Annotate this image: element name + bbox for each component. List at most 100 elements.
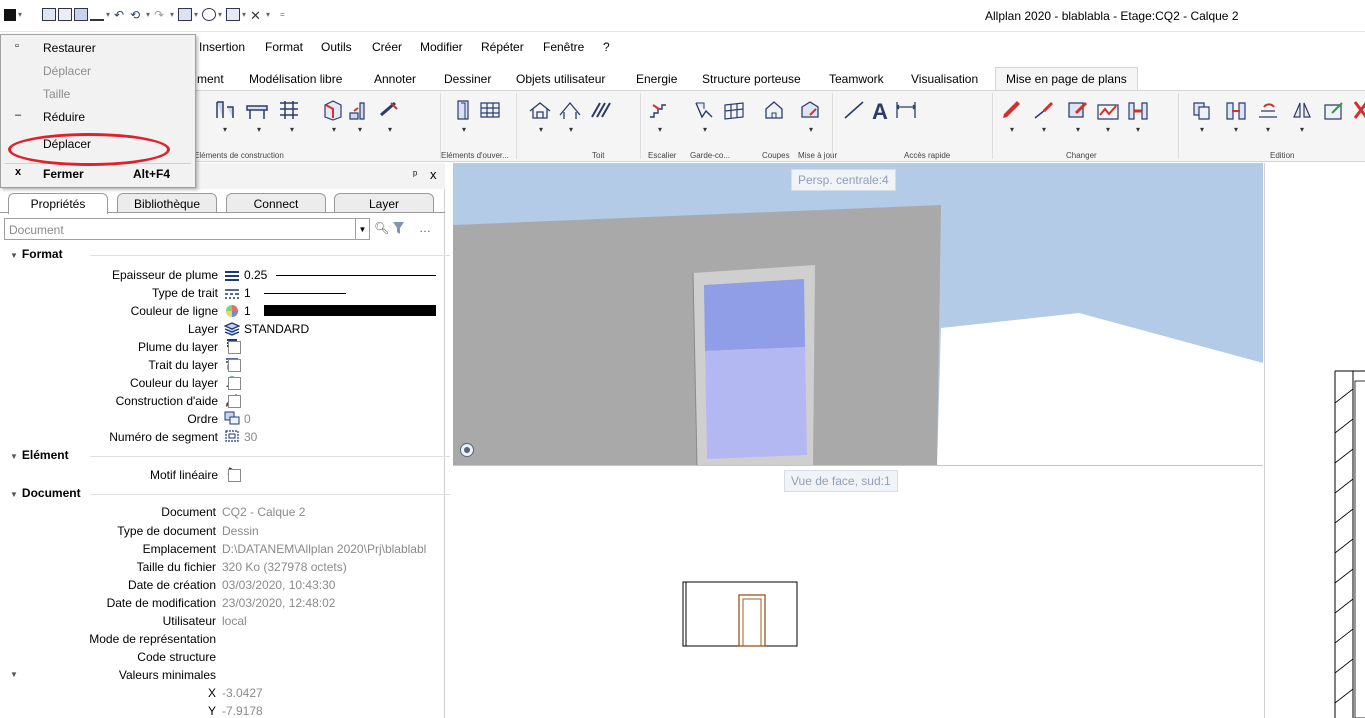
line-icon[interactable] (842, 99, 866, 121)
prop-value-segment[interactable]: 30 (244, 430, 257, 444)
tab-structure-porteuse[interactable]: Structure porteuse (702, 72, 801, 86)
copy-icon[interactable] (1190, 99, 1214, 121)
prop-value-epaisseur[interactable]: 0.25 (244, 268, 267, 282)
chevron-down-icon[interactable]: ▾ (388, 125, 392, 134)
menu-repeter[interactable]: Répéter (481, 40, 524, 54)
stairs-icon[interactable] (647, 99, 671, 121)
collapse-triangle-icon[interactable]: ▼ (10, 251, 18, 260)
layout-icon[interactable] (226, 8, 240, 21)
text-icon[interactable]: A (868, 99, 892, 121)
move-icon[interactable] (1224, 99, 1248, 121)
menu-modifier[interactable]: Modifier (420, 40, 463, 54)
pin-icon[interactable]: ᵖ (413, 169, 417, 181)
project-icon[interactable] (42, 8, 56, 21)
chevron-down-icon[interactable]: ▾ (809, 125, 813, 134)
motif-lineaire-checkbox[interactable] (228, 469, 241, 482)
filter-icon[interactable] (392, 221, 405, 235)
chevron-down-icon[interactable]: ▼ (355, 219, 369, 239)
grid-wall-icon[interactable] (277, 99, 301, 121)
chevron-down-icon[interactable]: ▾ (358, 125, 362, 134)
chevron-down-icon[interactable]: ▾ (539, 125, 543, 134)
chevron-down-icon[interactable]: ▾ (106, 10, 112, 19)
tab-dessiner[interactable]: Dessiner (444, 72, 491, 86)
redo-icon[interactable]: ↷ (154, 8, 168, 22)
section-house-icon[interactable] (762, 99, 786, 121)
chevron-down-icon[interactable]: ▾ (1042, 125, 1046, 134)
customize-qat-icon[interactable]: = (280, 10, 286, 19)
chevron-down-icon[interactable]: ▾ (1200, 125, 1204, 134)
viewport-front[interactable]: Vue de face, sud:1 (453, 467, 1263, 718)
viewport-section[interactable] (1264, 163, 1365, 718)
menu-creer[interactable]: Créer (372, 40, 402, 54)
navigation-cube-icon[interactable] (459, 442, 475, 458)
wall-colored-icon[interactable] (322, 99, 346, 121)
undo-list-icon[interactable]: ⟲ (130, 8, 144, 22)
tab-bibliotheque[interactable]: Bibliothèque (117, 193, 217, 213)
prop-value-couleur[interactable]: 1 (244, 304, 251, 318)
chevron-down-icon[interactable]: ▾ (18, 10, 24, 19)
modify-element-icon[interactable] (1126, 99, 1150, 121)
chevron-down-icon[interactable]: ▾ (1076, 125, 1080, 134)
tab-layer[interactable]: Layer (334, 193, 434, 213)
chevron-down-icon[interactable]: ▾ (170, 10, 176, 19)
section-element[interactable]: ▼ Elément (10, 448, 450, 462)
plume-du-layer-checkbox[interactable] (228, 341, 241, 354)
menu-fenetre[interactable]: Fenêtre (543, 40, 584, 54)
chevron-down-icon[interactable]: ▾ (257, 125, 261, 134)
chevron-down-icon[interactable]: ▾ (194, 10, 200, 19)
object-type-select[interactable]: Document ▼ (4, 218, 370, 240)
beam-icon[interactable] (245, 99, 269, 121)
chevron-down-icon[interactable]: ▾ (658, 125, 662, 134)
menu-outils[interactable]: Outils (321, 40, 352, 54)
menu-insertion[interactable]: Insertion (199, 40, 245, 54)
rafters-icon[interactable] (588, 99, 612, 121)
chevron-down-icon[interactable]: ▾ (242, 10, 248, 19)
search-icon[interactable]: 🔍︎ (374, 221, 389, 235)
column-icon[interactable] (213, 99, 237, 121)
tab-construction[interactable]: ment (197, 72, 224, 86)
tab-connect[interactable]: Connect (226, 193, 326, 213)
fileset-icon[interactable] (58, 8, 72, 21)
tab-visualisation[interactable]: Visualisation (911, 72, 978, 86)
menu-help[interactable]: ? (603, 40, 610, 54)
construction-aide-checkbox[interactable] (228, 395, 241, 408)
collapse-triangle-icon[interactable]: ▼ (10, 452, 18, 461)
chevron-down-icon[interactable]: ▾ (1010, 125, 1014, 134)
sysmenu-item-restaurer[interactable]: ▫ Restaurer (1, 37, 195, 59)
couleur-du-layer-checkbox[interactable] (228, 377, 241, 390)
section-format[interactable]: ▼ Format (10, 247, 450, 261)
roof-icon[interactable] (558, 99, 582, 121)
chevron-down-icon[interactable]: ▾ (1106, 125, 1110, 134)
chevron-down-icon[interactable]: ▾ (332, 125, 336, 134)
roof-slab-icon[interactable] (377, 99, 401, 121)
collapse-triangle-icon[interactable]: ▼ (10, 670, 18, 679)
collapse-triangle-icon[interactable]: ▼ (10, 490, 18, 499)
chevron-down-icon[interactable]: ▾ (146, 10, 152, 19)
tab-modelisation-libre[interactable]: Modélisation libre (249, 72, 342, 86)
modify-pen-icon[interactable] (1000, 99, 1024, 121)
chevron-down-icon[interactable]: ▾ (266, 10, 272, 19)
mirror-icon[interactable] (1290, 99, 1314, 121)
rotate-icon[interactable] (1256, 99, 1280, 121)
pen-icon[interactable] (90, 8, 104, 21)
viewport-perspective[interactable]: Persp. centrale:4 (453, 163, 1263, 466)
delete-icon[interactable] (1352, 99, 1365, 121)
door-icon[interactable] (452, 99, 476, 121)
update-icon[interactable] (798, 99, 822, 121)
chevron-down-icon[interactable]: ▾ (462, 125, 466, 134)
modify-line-icon[interactable] (1032, 99, 1056, 121)
prop-value-layer[interactable]: STANDARD (244, 322, 309, 336)
chevron-down-icon[interactable]: ▾ (569, 125, 573, 134)
trait-du-layer-checkbox[interactable] (228, 359, 241, 372)
tab-energie[interactable]: Energie (636, 72, 677, 86)
close-icon[interactable]: x (430, 167, 437, 182)
chevron-down-icon[interactable]: ▾ (1136, 125, 1140, 134)
chevron-down-icon[interactable]: ▾ (1266, 125, 1270, 134)
scale-icon[interactable] (1322, 99, 1346, 121)
modify-properties-icon[interactable] (1066, 99, 1090, 121)
chevron-down-icon[interactable]: ▾ (703, 125, 707, 134)
prop-value-ordre[interactable]: 0 (244, 412, 251, 426)
allplan-logo-icon[interactable] (4, 8, 16, 21)
tab-teamwork[interactable]: Teamwork (829, 72, 884, 86)
tab-mise-en-page-de-plans[interactable]: Mise en page de plans (995, 67, 1138, 90)
